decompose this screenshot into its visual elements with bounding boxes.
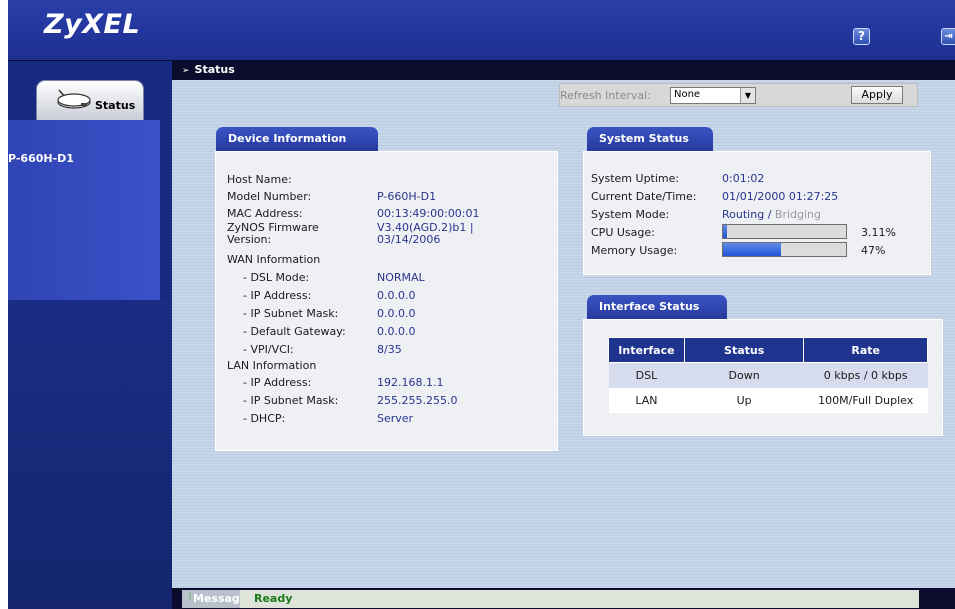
zyxel-logo: ZyXEL (44, 9, 141, 40)
status-label: Current Date/Time: (591, 190, 697, 203)
info-label: Host Name: (227, 173, 292, 186)
table-cell: Up (684, 387, 804, 413)
sidebar-tab-status[interactable]: Status (36, 80, 144, 120)
title-arrow-icon: ➢ (182, 66, 190, 76)
section-label: WAN Information (227, 253, 321, 266)
cpu-usage-bar (722, 224, 847, 239)
device-model-label: P-660H-D1 (8, 152, 74, 165)
info-value: V3.40(AGD.2)b1 | 03/14/2006 (377, 221, 474, 246)
memory-usage-fill (723, 243, 781, 256)
info-value: 192.168.1.1 (377, 376, 444, 389)
header: ZyXEL (8, 0, 955, 60)
info-label: - IP Subnet Mask: (243, 394, 339, 407)
table-cell: LAN (608, 387, 685, 413)
interface-status-header: Interface Status (587, 295, 727, 319)
page-title: ➢ Status (182, 63, 235, 76)
status-label: Memory Usage: (591, 244, 678, 257)
refresh-interval-value: None (674, 89, 701, 100)
device-panel (8, 120, 160, 300)
table-header-row: Interface Status Rate (608, 337, 928, 363)
system-status-header: System Status (587, 127, 713, 151)
sidebar-tab-label: Status (95, 99, 136, 112)
table-cell: Down (684, 362, 804, 388)
info-value: 0.0.0.0 (377, 307, 416, 320)
info-label: - DSL Mode: (243, 271, 310, 284)
table-row: LAN Up 100M/Full Duplex (608, 387, 928, 413)
apply-button[interactable]: Apply (851, 86, 903, 104)
chevron-down-icon[interactable]: ▼ (740, 88, 755, 103)
info-value: NORMAL (377, 271, 425, 284)
column-header: Interface (608, 337, 685, 363)
table-cell: DSL (608, 362, 685, 388)
refresh-interval-select[interactable]: None ▼ (670, 87, 756, 104)
sidebar-background (8, 300, 172, 609)
page-title-text: Status (194, 63, 235, 76)
logout-icon[interactable]: ⇥ (941, 28, 955, 45)
refresh-interval-label: Refresh Interval: (560, 89, 651, 102)
memory-usage-bar (722, 242, 847, 257)
table-cell: 100M/Full Duplex (803, 387, 928, 413)
router-icon (55, 89, 93, 114)
info-label: - DHCP: (243, 412, 286, 425)
refresh-bar: Refresh Interval: None ▼ Apply (559, 83, 918, 107)
info-value: 00:13:49:00:00:01 (377, 207, 480, 220)
info-label: - Default Gateway: (243, 325, 346, 338)
info-label: - IP Address: (243, 376, 312, 389)
status-value: 3.11% (861, 226, 896, 239)
column-header: Status (683, 337, 805, 363)
message-value-box (240, 590, 919, 608)
interface-status-table: Interface Status Rate DSL Down 0 kbps / … (608, 337, 928, 413)
info-label: Model Number: (227, 190, 312, 203)
info-value: 8/35 (377, 343, 402, 356)
device-information-header: Device Information (216, 127, 378, 151)
status-value: 01/01/2000 01:27:25 (722, 190, 839, 203)
info-label: ZyNOS Firmware Version: (227, 221, 319, 246)
table-row: DSL Down 0 kbps / 0 kbps (608, 362, 928, 388)
info-label: - IP Subnet Mask: (243, 307, 339, 320)
mode-bridging: Bridging (774, 208, 822, 221)
status-label: System Uptime: (591, 172, 680, 185)
page-titlebar: ➢ Status (172, 61, 955, 80)
info-value: 255.255.255.0 (377, 394, 458, 407)
status-label: CPU Usage: (591, 226, 655, 239)
info-label: MAC Address: (227, 207, 303, 220)
status-value: 0:01:02 (722, 172, 765, 185)
column-header: Rate (803, 337, 928, 363)
system-mode-value: Routing / Bridging (722, 208, 821, 221)
info-value: 0.0.0.0 (377, 289, 416, 302)
message-value: Ready (254, 592, 293, 605)
cpu-usage-fill (723, 225, 727, 238)
info-value: Server (377, 412, 414, 425)
info-label: - IP Address: (243, 289, 312, 302)
section-label: LAN Information (227, 359, 317, 372)
status-label: System Mode: (591, 208, 670, 221)
mode-routing: Routing (722, 208, 765, 221)
info-value: 0.0.0.0 (377, 325, 416, 338)
mode-separator: / (767, 208, 772, 221)
info-label: - VPI/VCI: (243, 343, 294, 356)
help-icon[interactable]: ? (853, 28, 870, 45)
status-value: 47% (861, 244, 886, 257)
table-cell: 0 kbps / 0 kbps (803, 362, 928, 388)
info-value: P-660H-D1 (377, 190, 437, 203)
